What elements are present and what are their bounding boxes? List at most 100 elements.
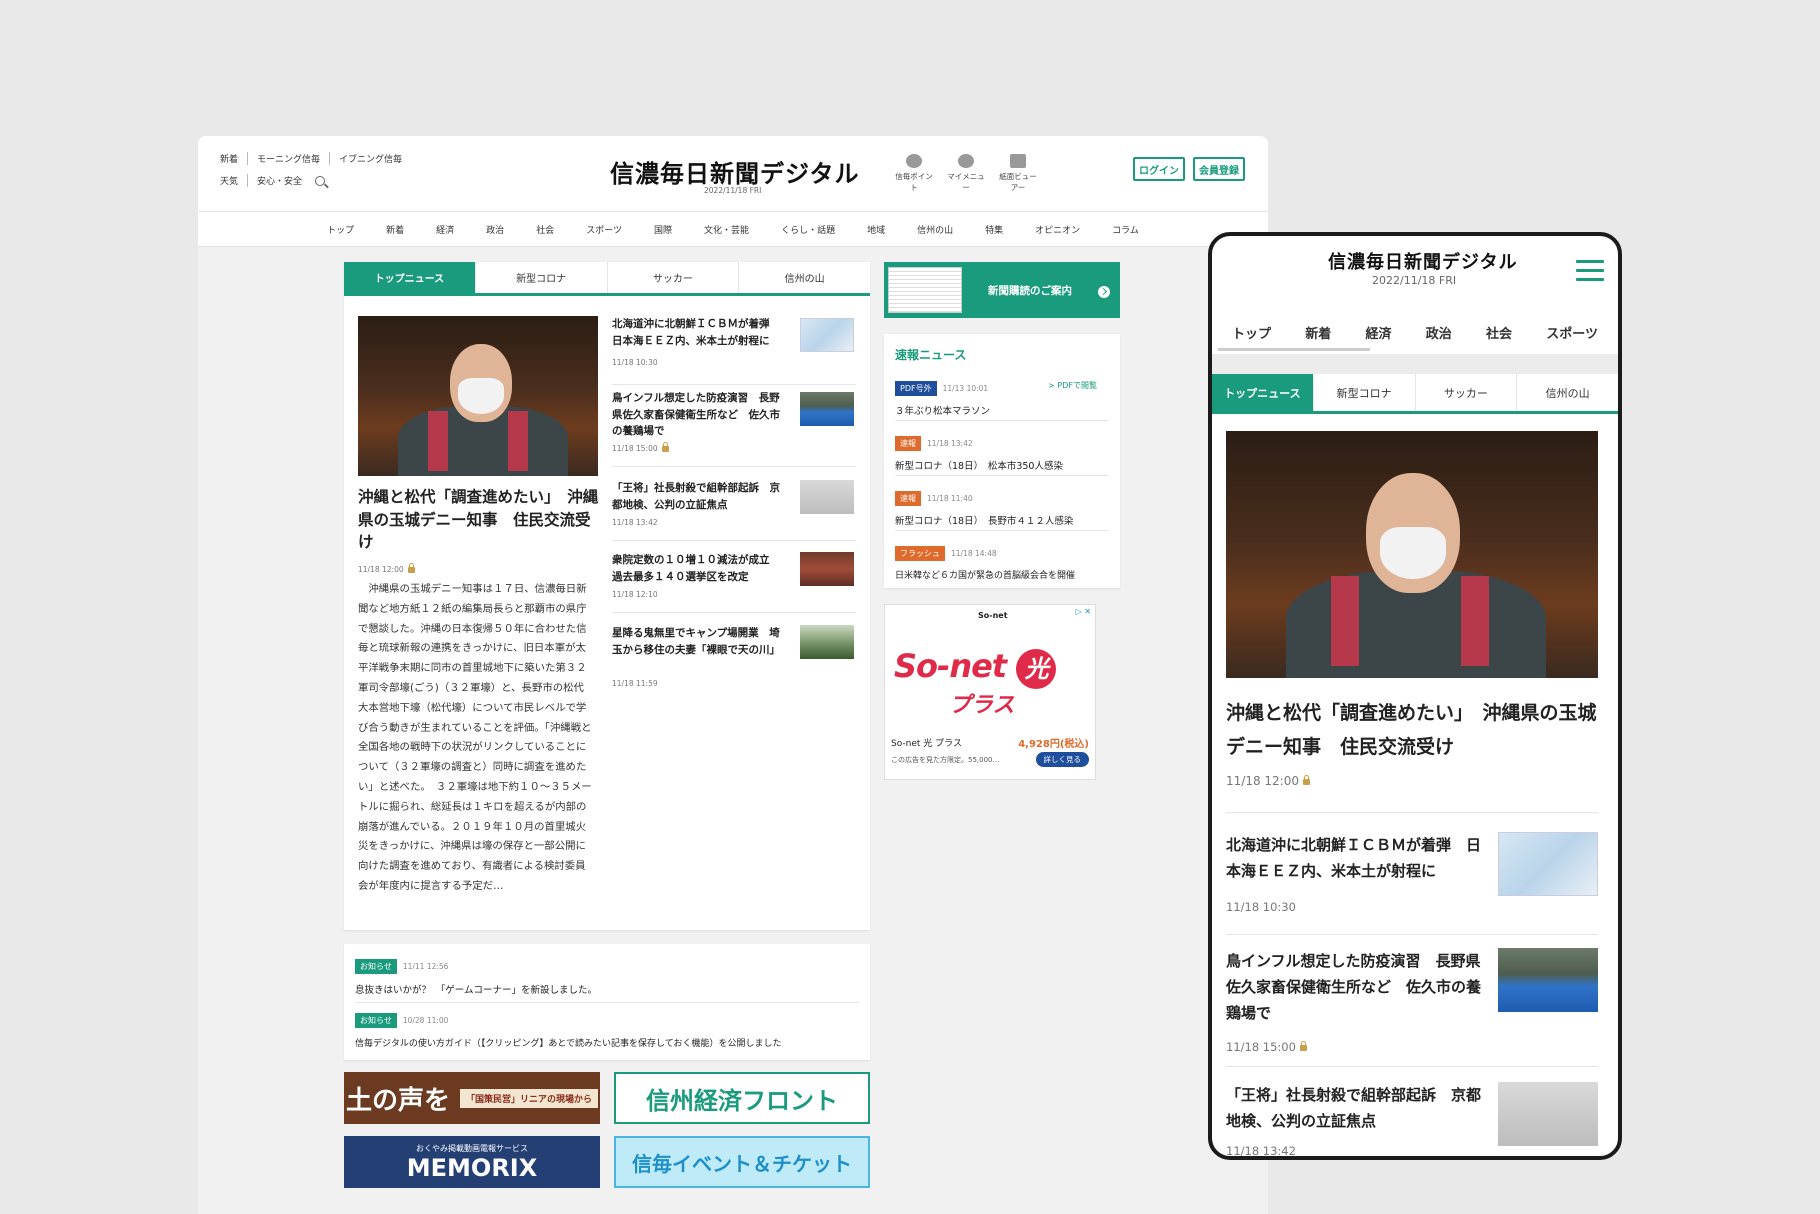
nav-item-life[interactable]: くらし・話題 [765,223,851,236]
notice-item[interactable]: お知らせ 11/11 12:56 息抜きはいかが？ 「ゲームコーナー」を新設しまし… [355,954,597,996]
nav-item-society[interactable]: 社会 [520,223,570,236]
nav-item-feature[interactable]: 特集 [969,223,1019,236]
advertisement[interactable]: So-net ▷ ✕ So-net 光 プラス So-net 光 プラス 4,9… [884,604,1096,780]
mobile-nav-new[interactable]: 新着 [1293,323,1343,342]
mobile-nav-top[interactable]: トップ [1220,323,1283,342]
pdf-view-link[interactable]: > PDFで閲覧 [1048,380,1097,391]
mobile-lead-title[interactable]: 沖縄と松代「調査進めたい」 沖縄県の玉城デニー知事 住民交流受け [1226,696,1598,764]
notice-item[interactable]: お知らせ 10/28 11:00 信毎デジタルの使い方ガイド（【クリッピング】あと… [355,1008,782,1049]
mobile-nav-economy[interactable]: 経済 [1354,323,1404,342]
nav-item-culture[interactable]: 文化・芸能 [688,223,765,236]
list-item[interactable]: 「王将」社長射殺で組幹部起訴 京都地検、公判の立証焦点 11/18 13:42 [612,480,856,536]
tab-soccer[interactable]: サッカー [607,262,740,293]
chevron-right-icon [1098,286,1110,298]
list-item[interactable]: 鳥インフル想定した防疫演習 長野県佐久家畜保健衛生所など 佐久市の養鶏場で 11… [612,390,856,454]
util-link-morning[interactable]: モーニング信毎 [247,152,329,165]
utility-links-bottom: 天気 安心・安全 [220,174,326,187]
notice-badge: お知らせ [355,1013,397,1028]
register-button[interactable]: 会員登録 [1193,157,1245,181]
subscribe-banner[interactable]: 新聞購読のご案内 [884,262,1120,318]
breaking-item[interactable]: 速報 11/18 11:40 新型コロナ（18日） 長野市４１２人感染 [895,486,1111,527]
ad-close-icon[interactable]: ▷ ✕ [1076,607,1091,616]
lead-meta: 11/18 12:00 [358,563,415,574]
lead-photo[interactable] [358,316,598,476]
banner-tsuchi[interactable]: 土の声を 「国策民営」リニアの現場から [344,1072,600,1124]
site-logo[interactable]: 信濃毎日新聞デジタル [610,154,860,189]
list-item[interactable]: 衆院定数の１０増１０減法が成立 過去最多１４０選挙区を改定 11/18 12:1… [612,552,856,608]
desktop-window: 新着 モーニング信毎 イブニング信毎 天気 安心・安全 信濃毎日新聞デジタル 2… [198,136,1268,1214]
nav-item-sports[interactable]: スポーツ [570,223,638,236]
mobile-list-item[interactable]: 北海道沖に北朝鮮ＩＣＢＭが着弾 日本海ＥＥＺ内、米本土が射程に 11/18 10… [1226,832,1598,922]
mobile-list-item[interactable]: 鳥インフル想定した防疫演習 長野県佐久家畜保健衛生所など 佐久市の養鶏場で 11… [1226,948,1598,1054]
lock-icon [407,563,415,573]
status-badge: 速報 [895,436,921,451]
mobile-news-thumbnail [1498,832,1598,896]
status-badge: 速報 [895,491,921,506]
util-link-evening[interactable]: イブニング信毎 [329,152,411,165]
nav-item-international[interactable]: 国際 [638,223,688,236]
banner-memorix[interactable]: おくやみ掲載動画電報サービス MEMORIX [344,1136,600,1188]
sonet-logo: So-net [978,611,1008,620]
points-button[interactable]: 信毎ポイント [894,154,934,193]
nav-item-top[interactable]: トップ [311,223,370,236]
tab-mountain[interactable]: 信州の山 [739,262,870,293]
mymenu-button[interactable]: マイメニュー [946,154,986,193]
mobile-list-item[interactable]: 「王将」社長射殺で組幹部起訴 京都地検、公判の立証焦点 11/18 13:42 [1226,1082,1598,1156]
banner-keizai-front[interactable]: 信州経済フロント [614,1072,870,1124]
nav-item-new[interactable]: 新着 [370,223,420,236]
mobile-tab-soccer[interactable]: サッカー [1415,374,1518,411]
ad-headline: So-net 光 [894,647,1057,689]
main-nav: トップ 新着 経済 政治 社会 スポーツ 国際 文化・芸能 くらし・話題 地域 … [198,211,1268,247]
hamburger-icon[interactable] [1576,260,1604,282]
nav-item-column[interactable]: コラム [1096,223,1155,236]
mobile-news-thumbnail [1498,1082,1598,1146]
mobile-tab-corona[interactable]: 新型コロナ [1313,374,1416,411]
tab-top-news[interactable]: トップニュース [344,262,476,293]
nav-item-politics[interactable]: 政治 [470,223,520,236]
breaking-item[interactable]: PDF号外 11/13 10:01 > PDFで閲覧 ３年ぶり松本マラソン [895,376,1111,417]
breaking-item[interactable]: 速報 11/18 13:42 新型コロナ（18日） 松本市350人感染 [895,431,1111,472]
banner-event-ticket[interactable]: 信毎イベント＆チケット [614,1136,870,1188]
mobile-nav-sports[interactable]: スポーツ [1534,323,1610,342]
util-link-new[interactable]: 新着 [220,152,247,165]
header-icons: 信毎ポイント マイメニュー 紙面ビューアー [894,154,1038,193]
mobile-news-thumbnail [1498,948,1598,1012]
mobile-nav-society[interactable]: 社会 [1474,323,1524,342]
util-link-safety[interactable]: 安心・安全 [247,174,311,187]
viewer-button[interactable]: 紙面ビューアー [998,154,1038,193]
news-thumbnail [800,480,854,514]
list-item[interactable]: 星降る鬼無里でキャンプ場開業 埼玉から移住の夫妻「裸眼で天の川」 11/18 1… [612,625,856,689]
news-thumbnail [800,625,854,659]
breaking-item[interactable]: フラッシュ 11/18 14:48 日米韓など６カ国が緊急の首脳級会合を開催 [895,541,1111,581]
search-icon[interactable] [315,175,326,186]
lead-body: 沖縄県の玉城デニー知事は１７日、信濃毎日新聞など地方紙１２紙の編集局長らと那覇市… [358,583,592,892]
news-tabs: トップニュース 新型コロナ サッカー 信州の山 [344,262,870,296]
user-icon [958,154,974,168]
nav-item-mountain[interactable]: 信州の山 [901,223,969,236]
status-badge: PDF号外 [895,381,937,396]
login-button[interactable]: ログイン [1133,157,1185,181]
breaking-news-title: 速報ニュース [895,348,967,362]
mobile-logo[interactable]: 信濃毎日新聞デジタル [1328,248,1518,274]
nav-item-region[interactable]: 地域 [851,223,901,236]
list-item[interactable]: 北海道沖に北朝鮮ＩＣＢＭが着弾 日本海ＥＥＺ内、米本土が射程に 11/18 10… [612,316,856,380]
header-date: 2022/11/18 FRI [704,186,762,195]
lock-icon [661,442,669,452]
lock-icon [1302,774,1310,785]
mobile-nav-indicator [1218,348,1370,351]
util-link-weather[interactable]: 天気 [220,174,247,187]
nav-item-opinion[interactable]: オピニオン [1019,223,1096,236]
mobile-tab-mountain[interactable]: 信州の山 [1517,374,1618,411]
book-icon [1010,154,1026,168]
lead-title[interactable]: 沖縄と松代「調査進めたい」 沖縄県の玉城デニー知事 住民交流受け [358,486,600,554]
mobile-lead-photo[interactable] [1226,431,1598,678]
nav-item-economy[interactable]: 経済 [420,223,470,236]
ad-detail-button[interactable]: 詳しく見る [1035,752,1089,767]
notices-card: お知らせ 11/11 12:56 息抜きはいかが？ 「ゲームコーナー」を新設しまし… [344,944,870,1060]
tab-corona[interactable]: 新型コロナ [475,262,608,293]
mobile-nav-politics[interactable]: 政治 [1414,323,1464,342]
mobile-window: 信濃毎日新聞デジタル 2022/11/18 FRI トップ 新着 経済 政治 社… [1208,232,1622,1160]
mobile-tab-top-news[interactable]: トップニュース [1212,374,1314,411]
site-header: 新着 モーニング信毎 イブニング信毎 天気 安心・安全 信濃毎日新聞デジタル 2… [198,136,1268,211]
news-thumbnail [800,552,854,586]
